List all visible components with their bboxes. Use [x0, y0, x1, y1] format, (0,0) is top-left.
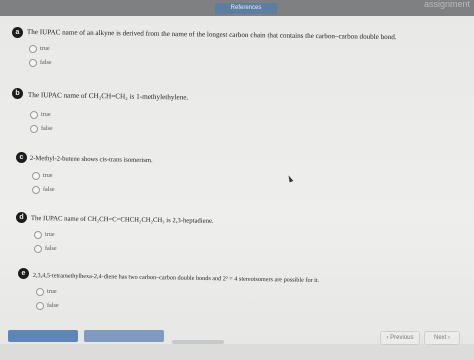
option-label: true	[47, 288, 57, 295]
question-badge-d: d	[16, 212, 27, 223]
option-label: true	[40, 45, 50, 52]
radio-circle-icon[interactable]	[29, 45, 37, 53]
next-button[interactable]: Next ›	[424, 331, 460, 345]
radio-circle-icon[interactable]	[34, 245, 42, 253]
option-label: false	[40, 59, 52, 66]
option-label: true	[43, 172, 53, 179]
radio-circle-icon[interactable]	[30, 111, 38, 119]
radio-circle-icon[interactable]	[30, 125, 38, 133]
references-button[interactable]: References	[215, 3, 277, 14]
mouse-cursor-icon	[286, 174, 294, 183]
previous-button[interactable]: ‹ Previous	[380, 331, 420, 345]
question-badge-c: c	[16, 152, 27, 163]
question-text-d: The IUPAC name of CH₂CH=C=CHCH₂CH₂CH₃ is…	[30, 215, 214, 225]
chevron-right-icon: ›	[448, 335, 450, 341]
assignment-title-fragment: assignment	[423, 0, 470, 9]
bottom-bar	[0, 344, 474, 360]
option-label: false	[47, 302, 59, 309]
radio-circle-icon[interactable]	[36, 288, 44, 296]
option-label: false	[45, 245, 57, 252]
previous-label: Previous	[390, 335, 414, 341]
question-text-e: 2,3,4,5-tetramethylhexa-2,4-diene has tw…	[32, 272, 320, 284]
try-another-version-button[interactable]	[84, 330, 164, 342]
question-text-b: The IUPAC name of CH₃CH=CH₂ is 1-methyle…	[27, 91, 189, 102]
option-label: false	[41, 125, 53, 132]
option-label: true	[45, 231, 55, 238]
question-text-a: The IUPAC name of an alkyne is derived f…	[26, 28, 397, 42]
next-label: Next	[433, 335, 447, 341]
assignment-page: References assignment a The IUPAC name o…	[0, 0, 474, 360]
radio-circle-icon[interactable]	[29, 59, 37, 67]
question-badge-b: b	[12, 88, 23, 99]
question-badge-e: e	[18, 268, 29, 279]
attempts-remaining-text	[172, 340, 224, 344]
radio-circle-icon[interactable]	[36, 302, 44, 310]
submit-answer-button[interactable]	[8, 330, 78, 342]
radio-circle-icon[interactable]	[32, 172, 40, 180]
top-toolbar: References assignment	[0, 0, 474, 16]
option-label: true	[41, 111, 51, 118]
chevron-left-icon: ‹	[386, 335, 389, 341]
question-text-c: 2-Methyl-2-butene shows cis-trans isomer…	[29, 155, 153, 165]
radio-circle-icon[interactable]	[32, 186, 40, 194]
question-badge-a: a	[12, 27, 23, 38]
option-label: false	[43, 186, 55, 193]
radio-circle-icon[interactable]	[34, 231, 42, 239]
